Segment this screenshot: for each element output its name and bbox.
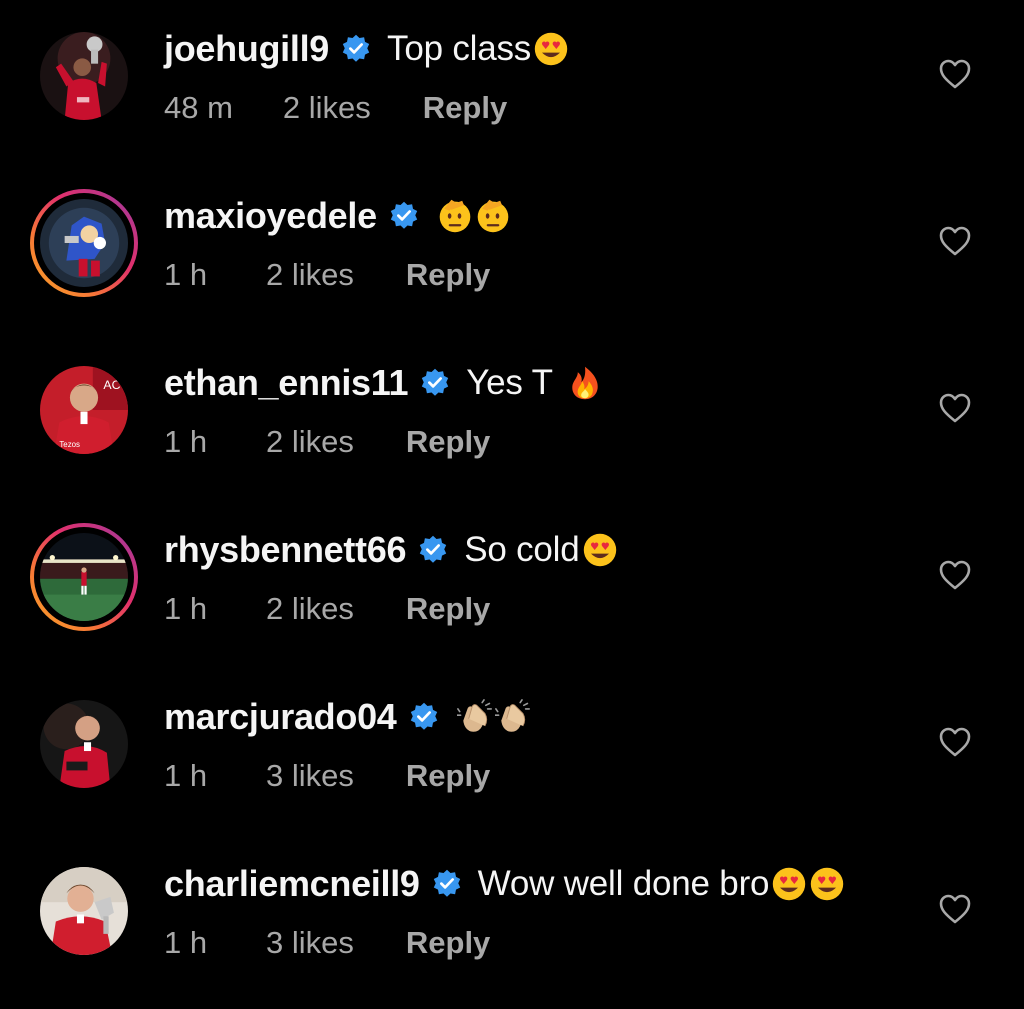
- comment-timestamp: 1 h: [164, 257, 208, 292]
- reply-button[interactable]: Reply: [406, 925, 490, 961]
- comment-text: Top class: [387, 29, 532, 68]
- verified-badge-icon: [432, 869, 462, 899]
- saluting-face-emoji-icon: [437, 198, 473, 234]
- comment-item: charliemcneill9 Wow well done bro 1 h 3 …: [0, 843, 1024, 1009]
- likes-count[interactable]: 3 likes: [266, 925, 354, 961]
- avatar-image: [40, 32, 128, 120]
- avatar-image: AC Tezos: [40, 366, 128, 454]
- avatar[interactable]: [30, 189, 138, 297]
- clapping-hands-emoji-icon: [456, 699, 493, 735]
- comment-meta: 1 h 2 likes Reply: [164, 253, 490, 297]
- comment-header: marcjurado04: [164, 692, 531, 742]
- comment-header: joehugill9 Top class: [164, 24, 569, 74]
- heart-icon[interactable]: [938, 392, 972, 424]
- verified-badge-icon: [389, 201, 419, 231]
- svg-text:Tezos: Tezos: [59, 440, 80, 449]
- reply-button[interactable]: Reply: [423, 90, 507, 126]
- comment-text: Yes T: [466, 363, 553, 402]
- comment-item: joehugill9 Top class 48 m 2 likes Reply: [0, 8, 1024, 174]
- comment-timestamp: 1 h: [164, 925, 208, 960]
- avatar[interactable]: [30, 690, 138, 798]
- comment-meta: 1 h 3 likes Reply: [164, 754, 490, 798]
- username[interactable]: joehugill9: [164, 28, 329, 70]
- verified-badge-icon: [418, 535, 448, 565]
- comment-header: rhysbennett66 So cold: [164, 525, 618, 575]
- comment-header: charliemcneill9 Wow well done bro: [164, 859, 845, 909]
- saluting-face-emoji-icon: [475, 198, 511, 234]
- comment-header: ethan_ennis11 Yes T: [164, 358, 603, 408]
- verified-badge-icon: [420, 368, 450, 398]
- comment-item: AC Tezos ethan_ennis11 Yes T 1 h 2 likes…: [0, 342, 1024, 508]
- reply-button[interactable]: Reply: [406, 758, 490, 794]
- comment-timestamp: 1 h: [164, 424, 208, 459]
- comment-list: joehugill9 Top class 48 m 2 likes Reply: [0, 0, 1024, 1003]
- username[interactable]: maxioyedele: [164, 195, 377, 237]
- username[interactable]: charliemcneill9: [164, 863, 420, 905]
- heart-eyes-emoji-icon: [771, 866, 807, 902]
- username[interactable]: ethan_ennis11: [164, 362, 409, 404]
- avatar[interactable]: [30, 22, 138, 130]
- verified-badge-icon: [409, 702, 439, 732]
- heart-eyes-emoji-icon: [809, 866, 845, 902]
- heart-eyes-emoji-icon: [582, 532, 618, 568]
- heart-icon[interactable]: [938, 58, 972, 90]
- comment-text: So cold: [464, 530, 580, 569]
- comment-text: Wow well done bro: [477, 864, 770, 903]
- avatar-image: [40, 199, 128, 287]
- likes-count[interactable]: 2 likes: [266, 591, 354, 627]
- comment-timestamp: 1 h: [164, 591, 208, 626]
- comment-timestamp: 48 m: [164, 90, 233, 125]
- svg-text:AC: AC: [103, 378, 120, 392]
- likes-count[interactable]: 2 likes: [266, 257, 354, 293]
- heart-icon[interactable]: [938, 893, 972, 925]
- reply-button[interactable]: Reply: [406, 591, 490, 627]
- comment-item: maxioyedele 1 h 2 likes Reply: [0, 175, 1024, 341]
- reply-button[interactable]: Reply: [406, 257, 490, 293]
- comment-meta: 1 h 2 likes Reply: [164, 587, 490, 631]
- comment-meta: 48 m 2 likes Reply: [164, 86, 507, 130]
- comment-header: maxioyedele: [164, 191, 511, 241]
- reply-button[interactable]: Reply: [406, 424, 490, 460]
- comment-item: marcjurado04 1 h 3 likes Reply: [0, 676, 1024, 842]
- avatar[interactable]: AC Tezos: [30, 356, 138, 464]
- heart-eyes-emoji-icon: [533, 31, 569, 67]
- comment-timestamp: 1 h: [164, 758, 208, 793]
- avatar[interactable]: [30, 523, 138, 631]
- username[interactable]: rhysbennett66: [164, 529, 406, 571]
- username[interactable]: marcjurado04: [164, 696, 397, 738]
- comment-meta: 1 h 3 likes Reply: [164, 921, 490, 965]
- likes-count[interactable]: 2 likes: [283, 90, 371, 126]
- clapping-hands-emoji-icon: [494, 699, 531, 735]
- heart-icon[interactable]: [938, 726, 972, 758]
- likes-count[interactable]: 2 likes: [266, 424, 354, 460]
- likes-count[interactable]: 3 likes: [266, 758, 354, 794]
- avatar-image: [40, 533, 128, 621]
- heart-icon[interactable]: [938, 559, 972, 591]
- avatar-image: [40, 700, 128, 788]
- comment-item: rhysbennett66 So cold 1 h 2 likes Reply: [0, 509, 1024, 675]
- fire-emoji-icon: [567, 365, 603, 401]
- avatar[interactable]: [30, 857, 138, 965]
- verified-badge-icon: [341, 34, 371, 64]
- heart-icon[interactable]: [938, 225, 972, 257]
- avatar-image: [40, 867, 128, 955]
- comment-meta: 1 h 2 likes Reply: [164, 420, 490, 464]
